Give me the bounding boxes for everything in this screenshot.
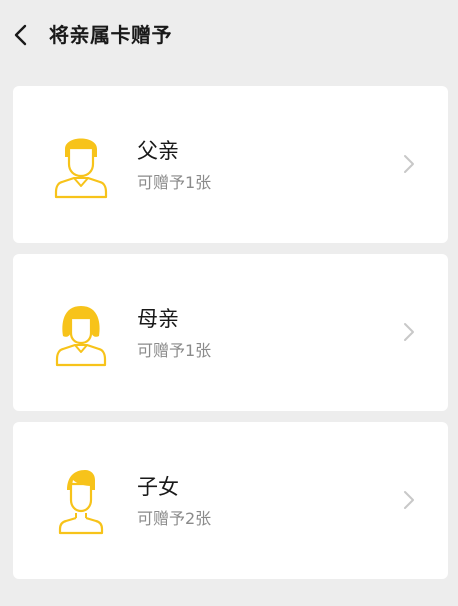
mother-avatar-icon (55, 306, 107, 367)
chevron-right-icon (404, 491, 414, 509)
relative-card-father[interactable]: 父亲 可赠予1张 (13, 86, 448, 243)
child-avatar-icon (58, 470, 104, 535)
navigation-bar: 将亲属卡赠予 (0, 0, 458, 72)
chevron-right-icon (404, 323, 414, 341)
gift-quota: 可赠予2张 (137, 509, 212, 528)
relative-name: 母亲 (137, 307, 179, 331)
relative-card-mother[interactable]: 母亲 可赠予1张 (13, 254, 448, 411)
relative-card-child[interactable]: 子女 可赠予2张 (13, 422, 448, 579)
chevron-right-icon (404, 155, 414, 173)
page-title: 将亲属卡赠予 (49, 23, 172, 47)
back-chevron-icon[interactable] (8, 18, 34, 52)
gift-quota: 可赠予1张 (137, 341, 212, 360)
gift-quota: 可赠予1张 (137, 173, 212, 192)
relative-name: 父亲 (137, 139, 179, 163)
father-avatar-icon (54, 138, 108, 199)
relative-name: 子女 (137, 475, 179, 499)
